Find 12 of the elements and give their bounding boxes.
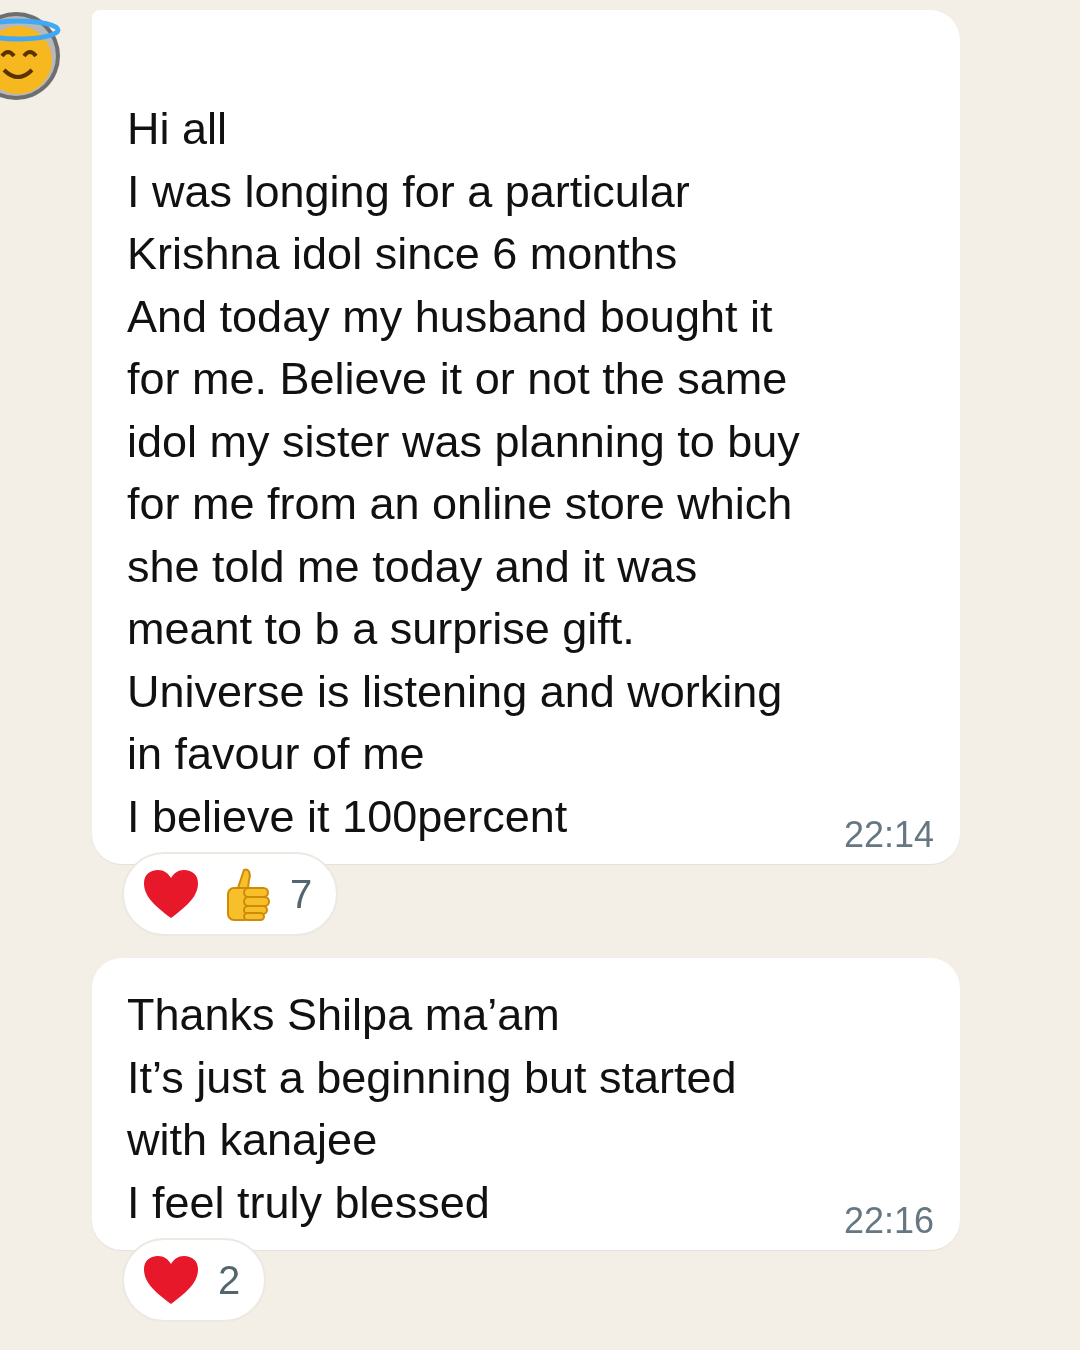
- message-bubble[interactable]: [92, 10, 960, 864]
- message-time: 22:16: [843, 1200, 934, 1242]
- message-bubble[interactable]: Thanks Shilpa ma’am It’s just a beginning but started with kanajee I feel truly blessed 22:16: [92, 958, 960, 1250]
- reactions-pill[interactable]: 2: [122, 1238, 267, 1322]
- heart-icon: [142, 1254, 200, 1306]
- reaction-count: 2: [218, 1257, 241, 1303]
- message-text: Thanks Shilpa ma’am It’s just a beginning but started with kanajee I feel truly blessed: [127, 988, 737, 1230]
- reactions-pill[interactable]: 7: [122, 852, 339, 936]
- message-text: Hi all I was longing for a particular Krishna idol since 6 months And today my husband bought it for me. Believe it or not the same idol my sister was planning to buy for me from an online store which she told me today and it was meant to b a surprise gift. Universe is listening and working in favour of me I believe it 100percent: [127, 102, 800, 844]
- message-time: 22:14: [843, 814, 934, 856]
- reaction-count: 7: [290, 871, 313, 917]
- heart-icon: [142, 868, 200, 920]
